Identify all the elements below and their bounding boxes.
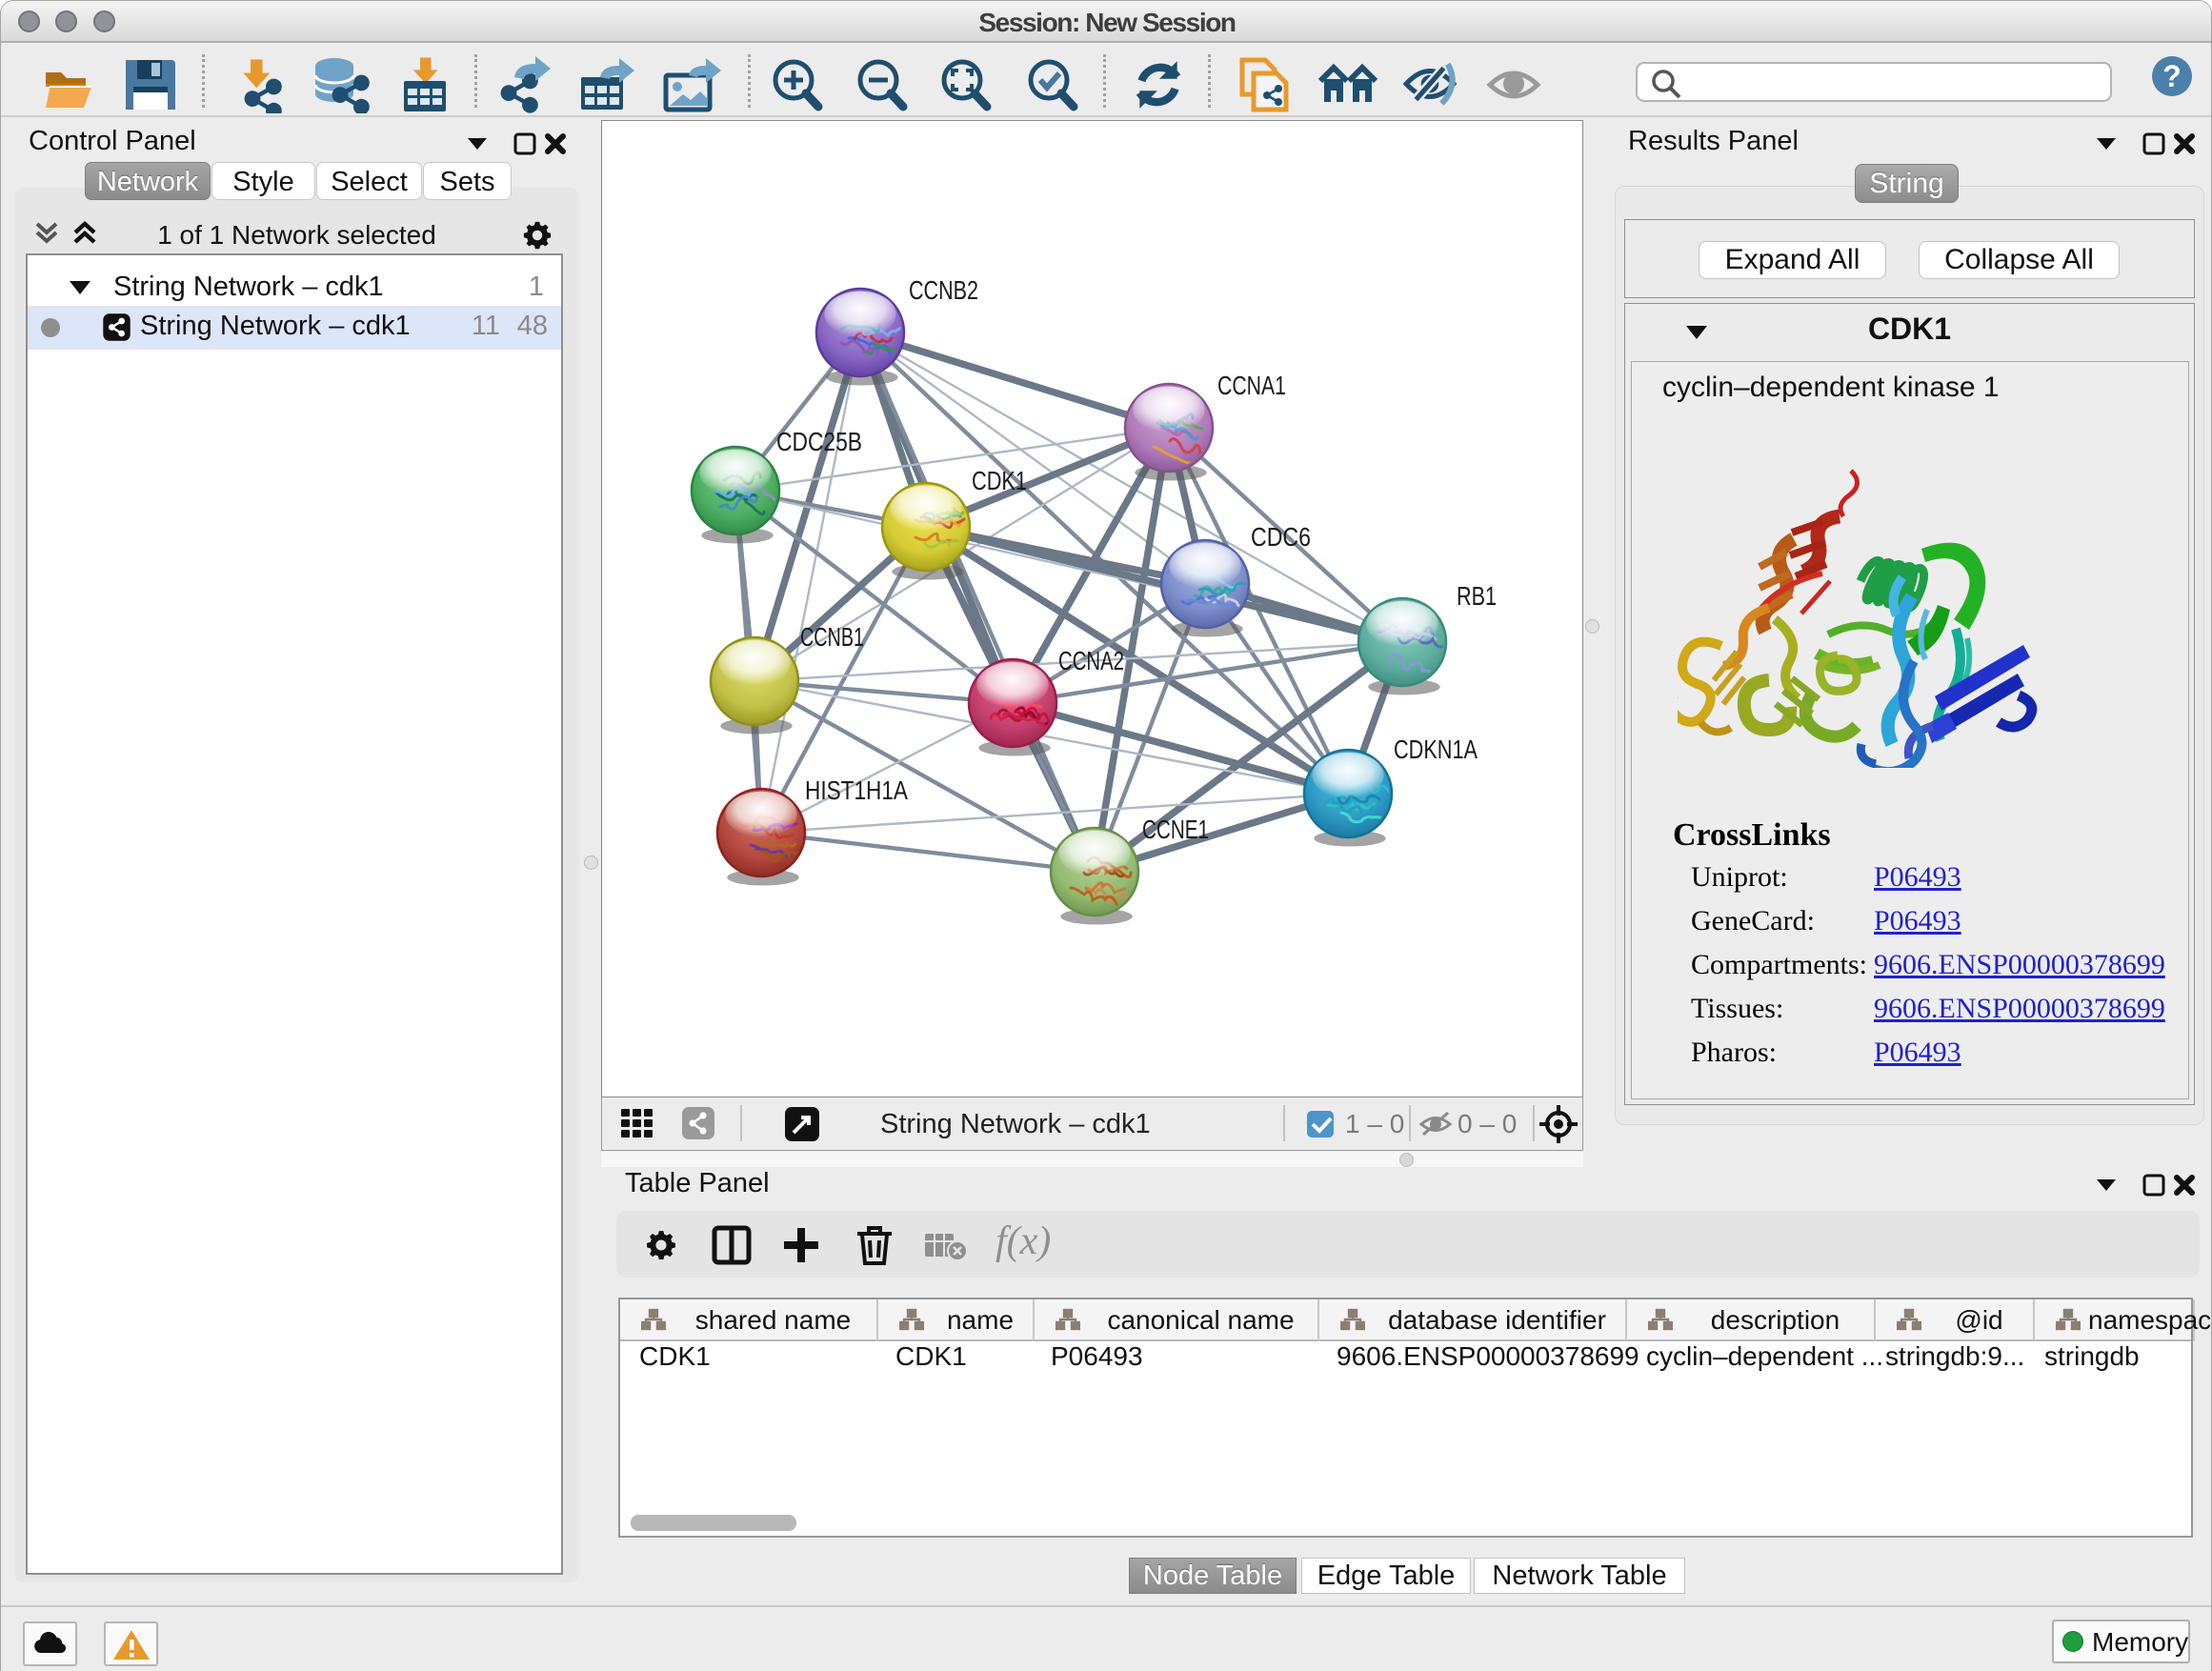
svg-text:0 – 0: 0 – 0 <box>1458 1109 1517 1138</box>
svg-text:HIST1H1A: HIST1H1A <box>805 775 908 805</box>
svg-text:CCNB1: CCNB1 <box>800 622 864 652</box>
svg-text:CDKN1A: CDKN1A <box>1394 735 1478 764</box>
svg-text:CDC6: CDC6 <box>1251 522 1311 552</box>
svg-text:CDK1: CDK1 <box>972 466 1027 495</box>
svg-text:CCNE1: CCNE1 <box>1142 815 1209 844</box>
svg-text:1 – 0: 1 – 0 <box>1345 1109 1404 1138</box>
svg-text:CCNB2: CCNB2 <box>909 275 978 305</box>
svg-text:CCNA1: CCNA1 <box>1217 371 1286 400</box>
svg-text:?: ? <box>2162 59 2182 93</box>
svg-text:CDC25B: CDC25B <box>776 427 862 456</box>
svg-text:CCNA2: CCNA2 <box>1058 646 1124 675</box>
svg-text:RB1: RB1 <box>1457 581 1497 611</box>
